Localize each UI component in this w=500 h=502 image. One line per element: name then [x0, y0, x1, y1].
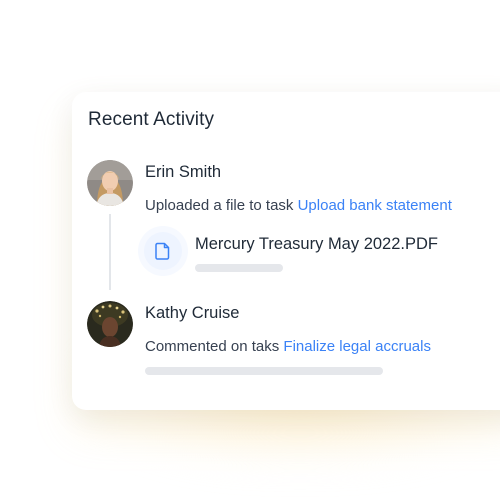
document-icon — [155, 242, 170, 260]
avatar-erin-smith[interactable] — [87, 160, 133, 206]
task-link-finalize-legal-accruals[interactable]: Finalize legal accruals — [283, 338, 431, 355]
file-attachment-icon-button[interactable] — [144, 232, 182, 270]
attachment-file-name[interactable]: Mercury Treasury May 2022.PDF — [195, 235, 438, 254]
activity-user-name: Erin Smith — [145, 163, 222, 181]
stage: Recent Activity Erin Smith Uploaded a fi… — [0, 0, 500, 502]
card-title: Recent Activity — [88, 109, 215, 130]
timeline-connector — [109, 214, 111, 290]
file-placeholder-bar — [195, 264, 283, 272]
activity-action-text: Uploaded a file to task — [145, 197, 298, 214]
recent-activity-card: Recent Activity Erin Smith Uploaded a fi… — [72, 92, 500, 410]
avatar-kathy-cruise[interactable] — [87, 301, 133, 347]
activity-description: Uploaded a file to task Upload bank stat… — [145, 197, 452, 214]
activity-user-name: Kathy Cruise — [145, 304, 240, 322]
comment-placeholder-bar — [145, 367, 383, 375]
task-link-upload-bank-statement[interactable]: Upload bank statement — [298, 197, 452, 214]
activity-action-text: Commented on taks — [145, 338, 284, 355]
activity-description: Commented on taks Finalize legal accrual… — [145, 338, 431, 355]
